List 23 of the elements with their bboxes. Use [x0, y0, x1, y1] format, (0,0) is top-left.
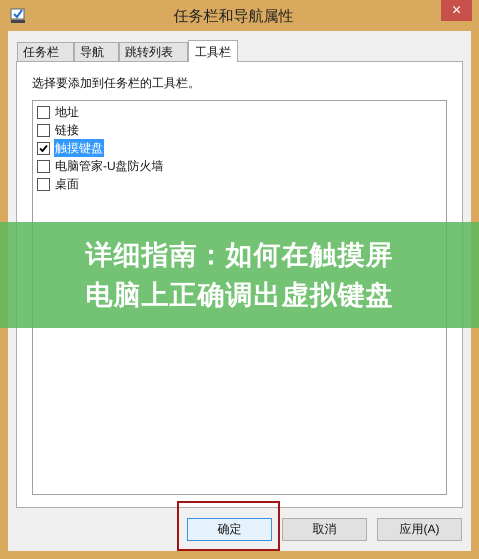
checkbox[interactable] [37, 106, 50, 118]
toolbar-item[interactable]: 电脑管家-U盘防火墙 [54, 157, 165, 175]
tab[interactable]: 任务栏 [17, 42, 74, 61]
checkbox[interactable] [37, 124, 50, 136]
checkmark-icon [39, 144, 48, 152]
toolbar-item[interactable]: 链接 [54, 121, 80, 139]
app-icon [10, 8, 26, 24]
checkbox[interactable] [37, 160, 50, 172]
checkbox[interactable] [37, 142, 50, 154]
close-button[interactable]: × [441, 0, 472, 21]
toolbar-item[interactable]: 地址 [54, 103, 80, 121]
checkbox[interactable] [37, 178, 50, 190]
dialog-button[interactable]: 应用(A) [377, 518, 462, 540]
dialog-button[interactable]: 取消 [282, 518, 367, 540]
banner-text: 电脑上正确调出虚拟键盘 [86, 279, 394, 312]
toolbar-item[interactable]: 桌面 [54, 175, 80, 193]
banner-text: 详细指南：如何在触摸屏 [86, 239, 394, 272]
dialog-button[interactable]: 确定 [187, 518, 272, 540]
tab[interactable]: 工具栏 [188, 40, 238, 62]
window-title: 任务栏和导航属性 [172, 7, 294, 27]
tab[interactable]: 跳转列表 [119, 42, 188, 61]
tab[interactable]: 导航 [74, 42, 119, 61]
instruction-text: 选择要添加到任务栏的工具栏。 [32, 75, 201, 92]
